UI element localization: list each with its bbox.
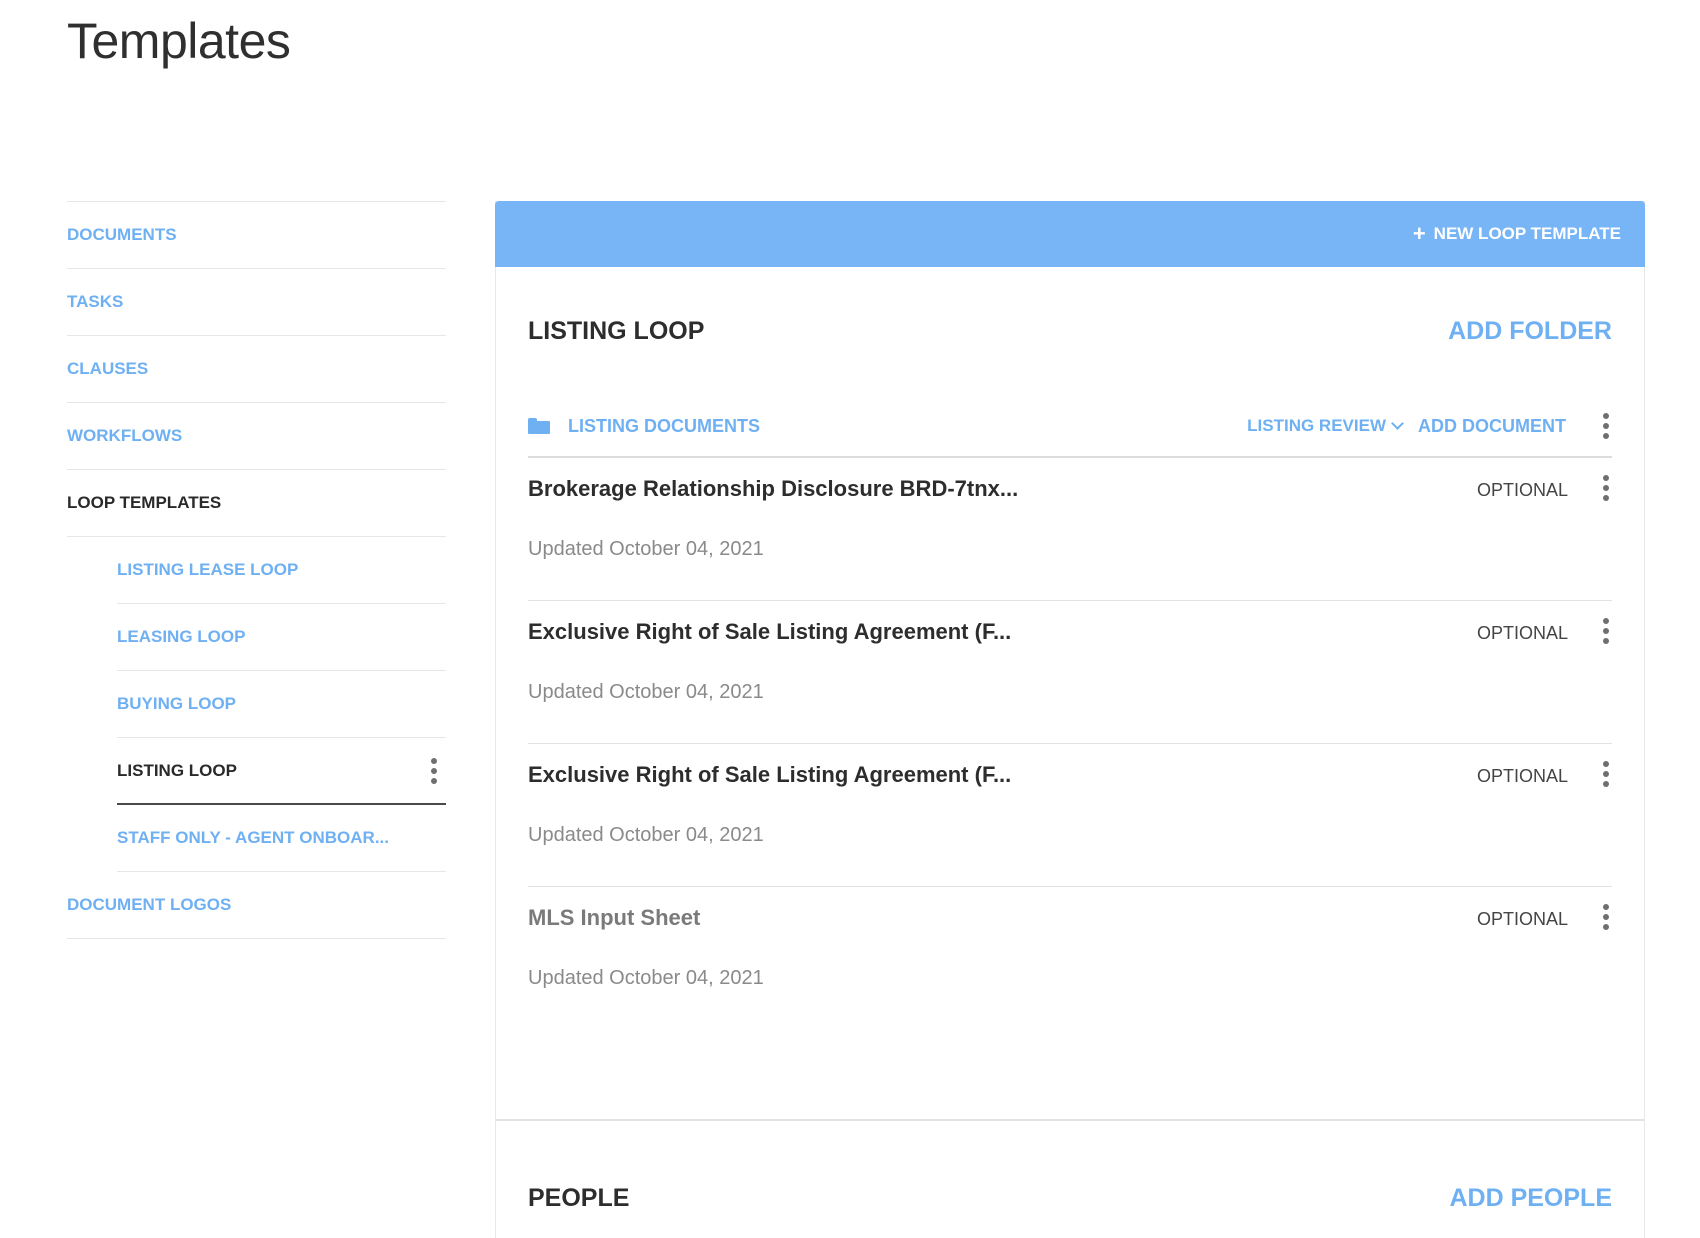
loop-template-panel: + NEW LOOP TEMPLATE LISTING LOOP ADD FOL… <box>495 201 1645 1238</box>
sidebar-item-workflows[interactable]: WORKFLOWS <box>67 403 446 470</box>
sidebar-item-label: LISTING LOOP <box>117 760 237 780</box>
document-status-optional: OPTIONAL <box>1476 623 1568 643</box>
add-folder-button[interactable]: ADD FOLDER <box>1448 317 1612 346</box>
document-list: Brokerage Relationship Disclosure BRD-7t… <box>528 458 1612 1030</box>
sidebar-item-label: TASKS <box>67 292 124 311</box>
sidebar-item-label: DOCUMENTS <box>67 225 177 244</box>
sidebar-item-label: WORKFLOWS <box>67 426 183 445</box>
document-title[interactable]: MLS Input Sheet <box>528 905 700 931</box>
document-row: Brokerage Relationship Disclosure BRD-7t… <box>528 458 1612 601</box>
kebab-vertical-icon[interactable] <box>1596 902 1616 932</box>
document-updated: Updated October 04, 2021 <box>528 967 764 989</box>
add-document-button[interactable]: ADD DOCUMENT <box>1418 416 1566 437</box>
document-updated: Updated October 04, 2021 <box>528 538 764 560</box>
sidebar-item-label: LISTING LEASE LOOP <box>117 560 299 579</box>
sidebar-item-loop-templates[interactable]: LOOP TEMPLATES <box>67 470 446 537</box>
chevron-down-icon <box>1391 417 1404 430</box>
document-status-optional: OPTIONAL <box>1476 766 1568 786</box>
sidebar-subitem-buying-loop[interactable]: BUYING LOOP <box>117 671 446 738</box>
page-title: Templates <box>67 13 291 69</box>
document-title[interactable]: Brokerage Relationship Disclosure BRD-7t… <box>528 476 1018 502</box>
folder-name[interactable]: LISTING DOCUMENTS <box>568 416 1247 437</box>
new-loop-template-label: NEW LOOP TEMPLATE <box>1433 224 1621 243</box>
sidebar-subitem-listing-loop[interactable]: LISTING LOOP <box>117 738 446 805</box>
panel-header: + NEW LOOP TEMPLATE <box>495 201 1645 267</box>
new-loop-template-button[interactable]: + NEW LOOP TEMPLATE <box>1413 223 1621 245</box>
document-updated: Updated October 04, 2021 <box>528 824 764 846</box>
sidebar: DOCUMENTS TASKS CLAUSES WORKFLOWS LOOP T… <box>67 201 446 939</box>
plus-icon: + <box>1412 221 1426 246</box>
document-title[interactable]: Exclusive Right of Sale Listing Agreemen… <box>528 762 1011 788</box>
loop-title: LISTING LOOP <box>528 317 705 345</box>
folder-icon <box>528 418 550 434</box>
sidebar-subitem-leasing-loop[interactable]: LEASING LOOP <box>117 604 446 671</box>
document-status-optional: OPTIONAL <box>1476 480 1568 500</box>
kebab-vertical-icon[interactable] <box>1596 411 1616 441</box>
sidebar-item-documents[interactable]: DOCUMENTS <box>67 202 446 269</box>
loop-section-header: LISTING LOOP ADD FOLDER <box>528 317 1612 346</box>
document-row: MLS Input Sheet Updated October 04, 2021… <box>528 887 1612 1030</box>
kebab-vertical-icon[interactable] <box>424 756 444 786</box>
sidebar-item-label: BUYING LOOP <box>117 694 237 713</box>
section-divider <box>496 1119 1644 1121</box>
sidebar-item-label: LOOP TEMPLATES <box>67 493 222 512</box>
document-updated: Updated October 04, 2021 <box>528 681 764 703</box>
sidebar-subitem-listing-lease-loop[interactable]: LISTING LEASE LOOP <box>117 537 446 604</box>
sidebar-item-clauses[interactable]: CLAUSES <box>67 336 446 403</box>
document-row: Exclusive Right of Sale Listing Agreemen… <box>528 601 1612 744</box>
sidebar-item-label: DOCUMENT LOGOS <box>67 895 232 914</box>
sidebar-item-label: STAFF ONLY - AGENT ONBOAR... <box>117 828 390 847</box>
sidebar-item-label: CLAUSES <box>67 359 149 378</box>
document-title[interactable]: Exclusive Right of Sale Listing Agreemen… <box>528 619 1011 645</box>
people-title: PEOPLE <box>528 1184 630 1212</box>
sidebar-item-document-logos[interactable]: DOCUMENT LOGOS <box>67 872 446 939</box>
kebab-vertical-icon[interactable] <box>1596 616 1616 646</box>
add-people-button[interactable]: ADD PEOPLE <box>1449 1184 1612 1213</box>
folder-row: LISTING DOCUMENTS LISTING REVIEW ADD DOC… <box>528 404 1612 458</box>
document-row: Exclusive Right of Sale Listing Agreemen… <box>528 744 1612 887</box>
listing-review-label: LISTING REVIEW <box>1247 416 1386 435</box>
sidebar-subitem-staff-only-agent-onboarding[interactable]: STAFF ONLY - AGENT ONBOAR... <box>117 805 446 872</box>
people-section-header: PEOPLE ADD PEOPLE <box>528 1184 1612 1213</box>
sidebar-item-tasks[interactable]: TASKS <box>67 269 446 336</box>
listing-review-dropdown[interactable]: LISTING REVIEW <box>1247 416 1404 436</box>
document-status-optional: OPTIONAL <box>1476 909 1568 929</box>
kebab-vertical-icon[interactable] <box>1596 759 1616 789</box>
sidebar-item-label: LEASING LOOP <box>117 627 246 646</box>
kebab-vertical-icon[interactable] <box>1596 473 1616 503</box>
